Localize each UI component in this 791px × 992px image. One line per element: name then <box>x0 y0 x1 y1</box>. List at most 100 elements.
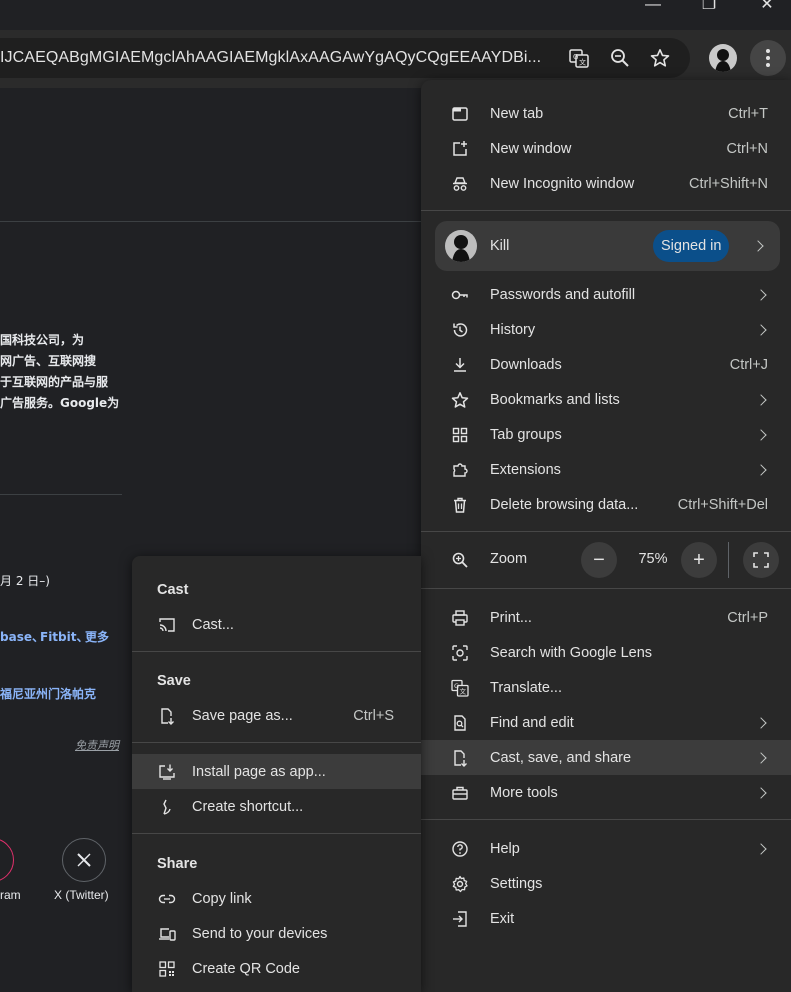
x-twitter-icon[interactable] <box>62 838 106 882</box>
menu-item-help[interactable]: Help <box>421 831 791 866</box>
svg-text:G: G <box>573 53 578 61</box>
menu-item-save-page-as[interactable]: Save page as... Ctrl+S <box>132 698 421 733</box>
menu-item-label: Install page as app... <box>192 763 326 780</box>
menu-item-cast[interactable]: Cast... <box>132 607 421 642</box>
profile-row[interactable]: Kill Signed in <box>435 221 780 271</box>
menu-item-label: Save page as... <box>192 707 293 724</box>
divider <box>0 221 421 222</box>
location-link[interactable]: 福尼亚州门洛帕克 <box>0 685 96 702</box>
menu-item-label: Print... <box>490 609 532 626</box>
menu-item-tab-groups[interactable]: Tab groups <box>421 417 791 452</box>
social-label-instagram: ram <box>0 888 21 902</box>
title-bar: — ❐ ✕ <box>0 0 791 30</box>
menu-item-google-lens[interactable]: Search with Google Lens <box>421 635 791 670</box>
menu-item-find-and-edit[interactable]: Find and edit <box>421 705 791 740</box>
menu-item-label: Exit <box>490 910 515 927</box>
incognito-icon <box>451 175 469 193</box>
menu-item-label: Cast, save, and share <box>490 749 632 766</box>
menu-item-cast-save-share[interactable]: Cast, save, and share <box>421 740 791 775</box>
menu-item-label: Tab groups <box>490 426 562 443</box>
puzzle-icon <box>451 461 469 479</box>
cast-save-icon <box>451 749 469 767</box>
chevron-right-icon <box>755 716 767 729</box>
find-icon <box>451 714 469 732</box>
menu-item-more-tools[interactable]: More tools <box>421 775 791 810</box>
menu-item-exit[interactable]: Exit <box>421 901 791 936</box>
shortcut-label: Ctrl+S <box>353 707 394 724</box>
zoom-icon[interactable] <box>608 46 632 70</box>
menu-item-passwords[interactable]: Passwords and autofill <box>421 277 791 312</box>
fullscreen-button[interactable] <box>743 542 779 578</box>
zoom-row: Zoom − 75% + <box>421 540 791 580</box>
instagram-icon[interactable] <box>0 838 14 882</box>
menu-item-label: Passwords and autofill <box>490 286 636 303</box>
disclaimer-link[interactable]: 免责声明 <box>75 737 119 753</box>
menu-item-send-to-devices[interactable]: Send to your devices <box>132 916 421 951</box>
menu-separator <box>132 833 421 834</box>
zoom-in-button[interactable]: + <box>681 542 717 578</box>
avatar[interactable] <box>709 44 737 72</box>
menu-item-delete-browsing-data[interactable]: Delete browsing data... Ctrl+Shift+Del <box>421 487 791 522</box>
chevron-right-icon <box>755 288 767 301</box>
menu-item-label: Send to your devices <box>192 925 328 942</box>
chevron-right-icon <box>755 323 767 336</box>
maximize-button[interactable]: ❐ <box>684 0 734 30</box>
more-menu-icon[interactable] <box>750 40 786 76</box>
menu-item-create-qr-code[interactable]: Create QR Code <box>132 951 421 986</box>
menu-item-label: Bookmarks and lists <box>490 391 620 408</box>
menu-item-label: Help <box>490 840 520 857</box>
cast-icon <box>158 616 176 634</box>
menu-item-label: Create QR Code <box>192 960 300 977</box>
menu-item-install-page-as-app[interactable]: Install page as app... <box>132 754 421 789</box>
lens-icon <box>451 644 469 662</box>
menu-item-new-tab[interactable]: New tab Ctrl+T <box>421 96 791 131</box>
address-bar[interactable]: IJCAEQABgMGIAEMgclAhAAGIAEMgklAxAAGAwYgA… <box>0 38 690 78</box>
trash-icon <box>451 496 469 514</box>
menu-item-translate[interactable]: G文 Translate... <box>421 670 791 705</box>
related-link-fitbit[interactable]: Fitbit、 <box>40 628 89 645</box>
save-page-icon <box>158 707 176 725</box>
menu-separator <box>421 588 791 589</box>
menu-item-label: New window <box>490 140 572 157</box>
menu-item-label: Find and edit <box>490 714 574 731</box>
menu-item-bookmarks[interactable]: Bookmarks and lists <box>421 382 791 417</box>
close-window-button[interactable]: ✕ <box>742 0 791 30</box>
menu-item-extensions[interactable]: Extensions <box>421 452 791 487</box>
svg-text:G: G <box>454 682 459 690</box>
signed-in-badge: Signed in <box>653 230 730 262</box>
menu-item-label: Delete browsing data... <box>490 496 639 513</box>
menu-item-history[interactable]: History <box>421 312 791 347</box>
print-icon <box>451 609 469 627</box>
menu-item-copy-link[interactable]: Copy link <box>132 881 421 916</box>
menu-item-label: Cast... <box>192 616 234 633</box>
menu-item-label: Extensions <box>490 461 561 478</box>
menu-item-settings[interactable]: Settings <box>421 866 791 901</box>
shortcut-label: Ctrl+Shift+N <box>689 175 768 192</box>
install-app-icon <box>158 763 176 781</box>
zoom-out-button[interactable]: − <box>581 542 617 578</box>
gear-icon <box>451 875 469 893</box>
menu-item-new-window[interactable]: New window Ctrl+N <box>421 131 791 166</box>
chrome-main-menu: New tab Ctrl+T New window Ctrl+N New Inc… <box>421 80 791 992</box>
menu-item-print[interactable]: Print... Ctrl+P <box>421 600 791 635</box>
related-link[interactable]: base、 <box>0 628 44 645</box>
new-tab-icon <box>451 105 469 123</box>
article-text-line: 网广告、互联网搜 <box>0 354 97 368</box>
translate-icon[interactable]: G文 <box>567 46 591 70</box>
svg-text:文: 文 <box>579 58 586 67</box>
menu-separator <box>132 742 421 743</box>
menu-item-label: Create shortcut... <box>192 798 304 815</box>
section-header-save: Save <box>157 673 191 689</box>
menu-item-label: Copy link <box>192 890 252 907</box>
menu-item-downloads[interactable]: Downloads Ctrl+J <box>421 347 791 382</box>
menu-item-create-shortcut[interactable]: Create shortcut... <box>132 789 421 824</box>
bookmark-star-icon[interactable] <box>648 46 672 70</box>
url-text[interactable]: IJCAEQABgMGIAEMgclAhAAGIAEMgklAxAAGAwYgA… <box>0 49 555 69</box>
shortcut-label: Ctrl+J <box>729 356 768 373</box>
shortcut-label: Ctrl+P <box>727 609 768 626</box>
more-link[interactable]: 更多 <box>85 628 109 645</box>
help-icon <box>451 840 469 858</box>
minimize-button[interactable]: — <box>628 0 678 30</box>
menu-item-new-incognito[interactable]: New Incognito window Ctrl+Shift+N <box>421 166 791 201</box>
chevron-right-icon <box>755 393 767 406</box>
